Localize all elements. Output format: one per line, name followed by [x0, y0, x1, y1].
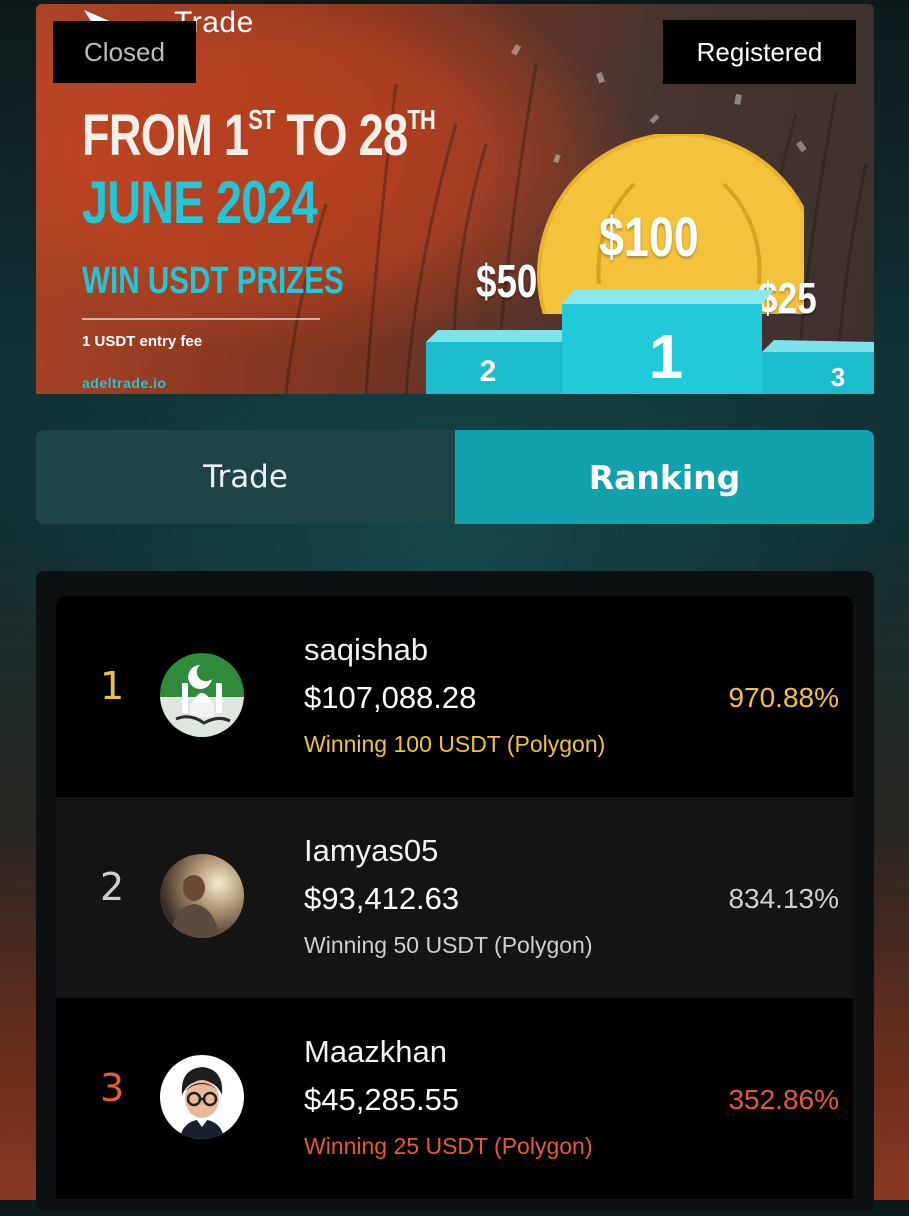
podium-label-2: 2: [480, 355, 497, 388]
ranking-row[interactable]: 2 Iamyas05 $93,412.63 Winning 50 USDT (P…: [56, 797, 853, 998]
site-url: adeltrade.io: [82, 375, 167, 391]
tab-bar: Trade Ranking: [36, 430, 874, 524]
user-avatar-image: [160, 653, 244, 737]
status-closed-badge: Closed: [53, 21, 196, 83]
avatar: [160, 854, 244, 938]
entry-fee-text: 1 USDT entry fee: [82, 333, 203, 350]
username: Maazkhan: [304, 1034, 448, 1069]
podium-label-3: 3: [831, 362, 845, 392]
rank-number: 3: [100, 1066, 125, 1110]
ranking-row[interactable]: 1 saqishab $107,088.28 Winning 100 USDT …: [56, 596, 853, 797]
headline-month: JUNE 2024: [82, 169, 318, 236]
podium-label-1: 1: [649, 323, 683, 392]
username: saqishab: [304, 632, 429, 667]
balance-amount: $45,285.55: [304, 1082, 460, 1117]
prize-first: $100: [599, 205, 699, 268]
balance-amount: $93,412.63: [304, 881, 460, 916]
avatar: [160, 1055, 244, 1139]
rank-number: 2: [100, 865, 125, 909]
winning-prize-text: Winning 100 USDT (Polygon): [304, 731, 606, 757]
balance-amount: $107,088.28: [304, 680, 477, 715]
tab-trade[interactable]: Trade: [36, 430, 455, 524]
user-avatar-image: [160, 1055, 244, 1139]
headline-prizes: WIN USDT PRIZES: [82, 260, 344, 302]
profit-percent: 834.13%: [728, 883, 839, 914]
podium-graphic: 2 1 3: [426, 290, 874, 394]
username: Iamyas05: [304, 833, 439, 868]
ranking-list: 1 saqishab $107,088.28 Winning 100 USDT …: [56, 596, 853, 1216]
status-registered-badge[interactable]: Registered: [663, 20, 856, 84]
profit-percent: 970.88%: [728, 682, 839, 713]
banner-divider: [82, 318, 320, 320]
user-avatar-image: [160, 854, 244, 938]
ranking-row[interactable]: 3 Maazkhan $45,285.55 Winning 25 USDT (P…: [56, 998, 853, 1199]
profit-percent: 352.86%: [728, 1084, 839, 1115]
winning-prize-text: Winning 50 USDT (Polygon): [304, 932, 593, 958]
winning-prize-text: Winning 25 USDT (Polygon): [304, 1133, 593, 1159]
tab-ranking[interactable]: Ranking: [455, 430, 874, 524]
rank-number: 1: [100, 664, 125, 708]
headline-dates: FROM 1ST TO 28TH: [82, 103, 436, 168]
avatar: [160, 653, 244, 737]
promo-banner: Trade Closed Registered FROM 1ST TO 28TH…: [36, 4, 874, 394]
